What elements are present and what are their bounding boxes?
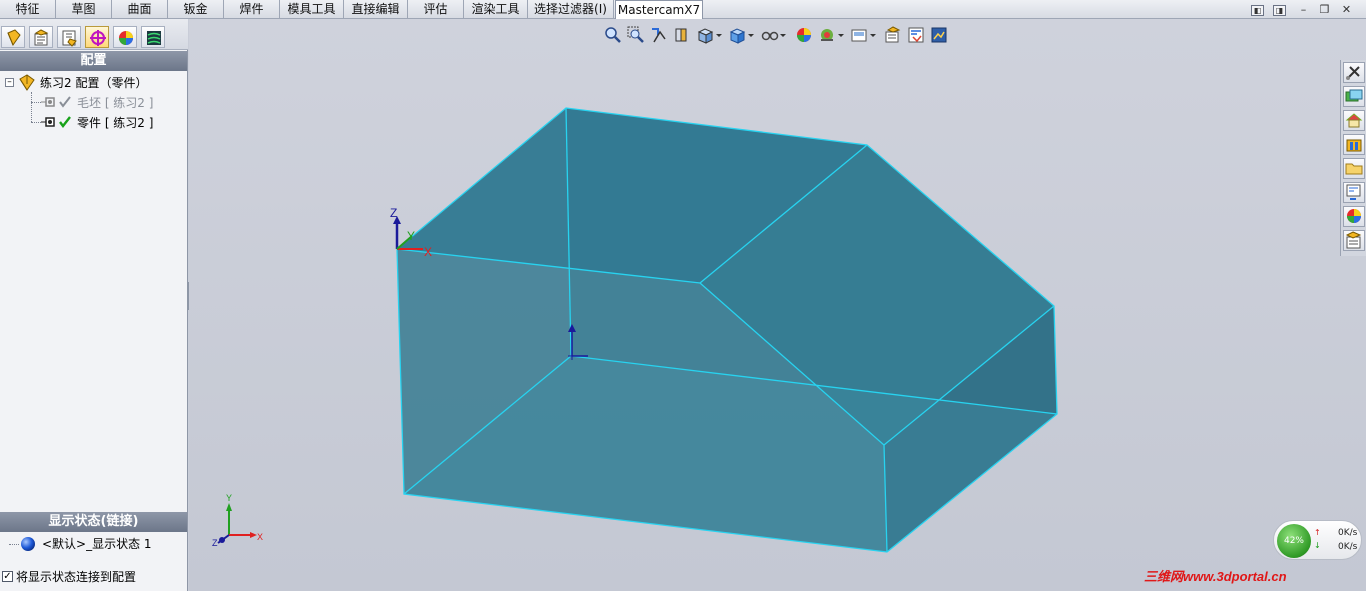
display-manager-icon[interactable] [113,26,137,48]
display-state-item[interactable]: <默认>_显示状态 1 [42,535,152,553]
home-icon[interactable] [1343,110,1365,131]
view-palette-icon[interactable] [1343,182,1365,203]
tile-left-icon[interactable]: ◧ [1251,5,1264,16]
tab-sketch[interactable]: 草图 [56,0,112,19]
command-manager-tabbar: 特征 草图 曲面 钣金 焊件 模具工具 直接编辑 评估 渲染工具 选择过滤器(I… [0,0,1366,20]
configuration-manager-icon[interactable] [57,26,81,48]
configuration-icon [40,95,56,109]
cam-manager-icon[interactable] [141,26,165,48]
tab-direct-editing[interactable]: 直接编辑 [344,0,408,19]
display-state-header: 显示状态(链接) [0,512,187,532]
tab-surfaces[interactable]: 曲面 [112,0,168,19]
download-arrow-icon: ↓ [1314,541,1321,550]
model-graphics[interactable]: Z Y X Y X Z [189,19,1339,591]
config-item-part[interactable]: 零件 [ 练习2 ] [77,114,153,132]
property-manager-icon[interactable] [29,26,53,48]
part-body[interactable] [396,107,1058,553]
triad-z-label: Z [212,538,218,548]
solidworks-resources-icon[interactable] [1343,62,1365,83]
restore-icon[interactable]: ❐ [1318,4,1331,16]
display-state-icon [20,536,36,552]
axis-y-label: Y [407,229,415,243]
download-rate: 0K/s [1338,542,1358,552]
tree-root-label[interactable]: 练习2 配置（零件） [40,74,147,92]
feature-manager-icon[interactable] [1,26,25,48]
link-display-state-checkbox[interactable]: ✓ [2,571,13,582]
close-icon[interactable]: ✕ [1340,4,1353,16]
collapse-icon[interactable]: – [5,78,14,87]
checkmark-icon [58,95,72,109]
network-usage-percent: 42% [1277,524,1311,558]
task-pane-tabs [1340,60,1366,256]
config-item-blank[interactable]: 毛坯 [ 练习2 ] [77,94,153,112]
watermark: 三维网www.3dportal.cn [1144,569,1287,584]
checkmark-icon [58,115,72,129]
link-display-state-label: 将显示状态连接到配置 [16,570,137,584]
upload-arrow-icon: ↑ [1314,528,1321,537]
configuration-header: 配置 [0,51,187,71]
minimize-icon[interactable]: – [1297,4,1310,16]
triad-x-label: X [257,532,263,542]
network-speed-widget[interactable]: 42% ↑ ↓ 0K/s 0K/s [1273,520,1362,560]
tab-weldments[interactable]: 焊件 [224,0,280,19]
tree-connector [9,544,19,545]
tree-connector [31,92,32,122]
file-explorer-icon[interactable] [1343,158,1365,179]
tab-features[interactable]: 特征 [0,0,56,19]
part-icon [18,74,36,92]
axis-z-label: Z [390,206,397,220]
tab-selection-filter[interactable]: 选择过滤器(I) [528,0,614,19]
triad-y-label: Y [226,493,232,503]
view-triad: Y X Z [212,493,263,548]
tile-right-icon[interactable]: ◨ [1273,5,1286,16]
configuration-icon [40,115,56,129]
configuration-manager-panel: 配置 – 练习2 配置（零件） 毛坯 [ 练习2 ] 零件 [ 练习2 ] 显示… [0,19,188,591]
design-library-icon[interactable] [1343,86,1365,107]
tab-mastercam[interactable]: MastercamX7 [615,0,703,20]
custom-properties-icon[interactable] [1343,230,1365,251]
appearances-icon[interactable] [1343,206,1365,227]
panel-toolbar [0,19,188,50]
dim-xpert-icon[interactable] [85,26,109,48]
tab-render-tools[interactable]: 渲染工具 [464,0,528,19]
tab-sheet-metal[interactable]: 钣金 [168,0,224,19]
toolbox-icon[interactable] [1343,134,1365,155]
axis-x-label: X [424,245,432,259]
tab-mold-tools[interactable]: 模具工具 [280,0,344,19]
tab-evaluate[interactable]: 评估 [408,0,464,19]
upload-rate: 0K/s [1338,528,1358,538]
